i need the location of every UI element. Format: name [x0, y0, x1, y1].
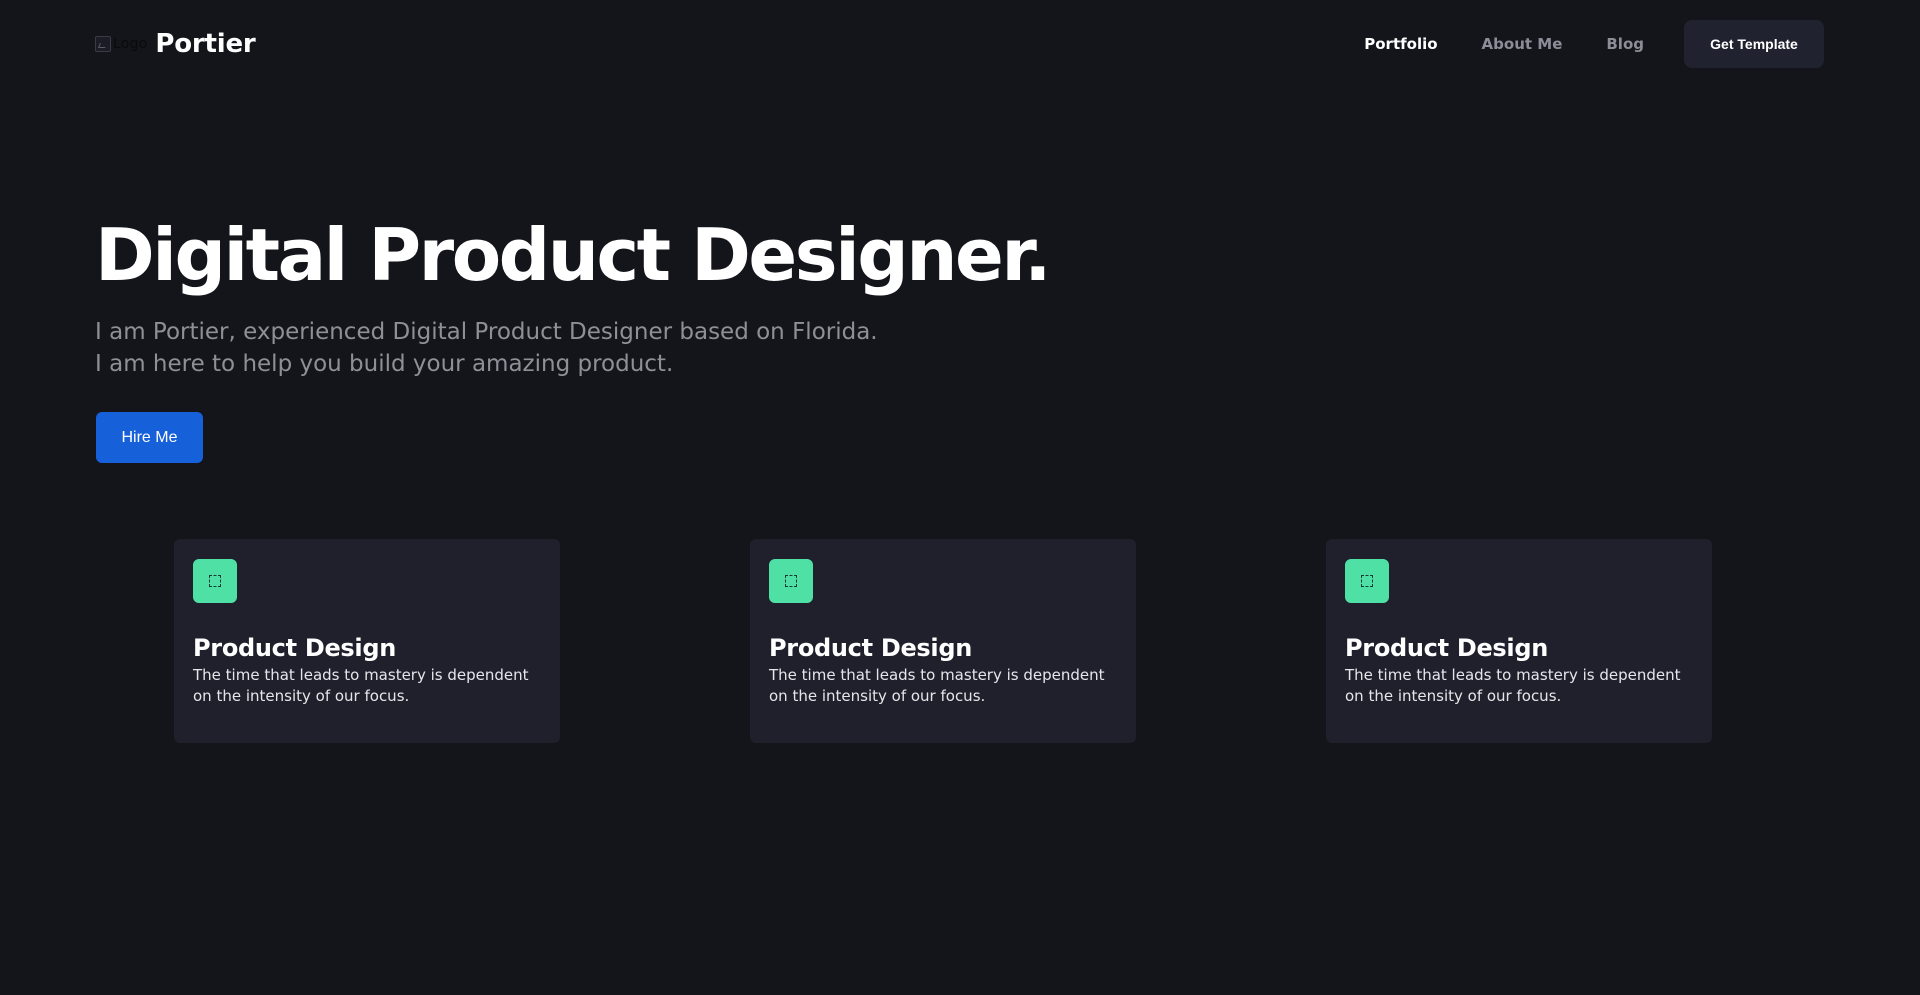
card-description: The time that leads to mastery is depend…: [769, 666, 1105, 705]
service-card: Product Design The time that leads to ma…: [174, 539, 560, 743]
card-description: The time that leads to mastery is depend…: [1345, 666, 1681, 705]
selection-icon: [193, 559, 237, 603]
services-cards: Product Design The time that leads to ma…: [174, 539, 1712, 743]
logo-image: Logo: [95, 34, 147, 54]
card-title: Product Design: [769, 634, 973, 662]
card-description: The time that leads to mastery is depend…: [193, 666, 529, 705]
service-card: Product Design The time that leads to ma…: [750, 539, 1136, 743]
selection-icon: [769, 559, 813, 603]
brand[interactable]: Logo Portier: [95, 29, 256, 59]
hero-subtitle-line-2: I am here to help you build your amazing…: [95, 351, 674, 377]
service-card: Product Design The time that leads to ma…: [1326, 539, 1712, 743]
selection-icon: [1345, 559, 1389, 603]
main-nav: Portfolio About Me Blog Get Template: [1320, 20, 1824, 68]
card-title: Product Design: [1345, 634, 1549, 662]
hero-subtitle-line-1: I am Portier, experienced Digital Produc…: [95, 319, 878, 345]
nav-link-about-me[interactable]: About Me: [1482, 35, 1563, 53]
logo-alt-text: Logo: [113, 36, 148, 52]
get-template-button[interactable]: Get Template: [1684, 20, 1824, 68]
site-header: Logo Portier Portfolio About Me Blog Get…: [95, 20, 1824, 68]
hero-title: Digital Product Designer.: [95, 213, 1051, 297]
broken-image-icon: [95, 36, 111, 52]
hero-subtitle: I am Portier, experienced Digital Produc…: [95, 316, 1095, 380]
card-title: Product Design: [193, 634, 397, 662]
nav-link-portfolio[interactable]: Portfolio: [1364, 35, 1437, 53]
hero-section: Digital Product Designer. I am Portier, …: [95, 210, 1095, 380]
page: Logo Portier Portfolio About Me Blog Get…: [0, 0, 1920, 995]
nav-link-blog[interactable]: Blog: [1606, 35, 1644, 53]
hire-me-button[interactable]: Hire Me: [96, 412, 203, 463]
brand-name: Portier: [155, 29, 256, 59]
